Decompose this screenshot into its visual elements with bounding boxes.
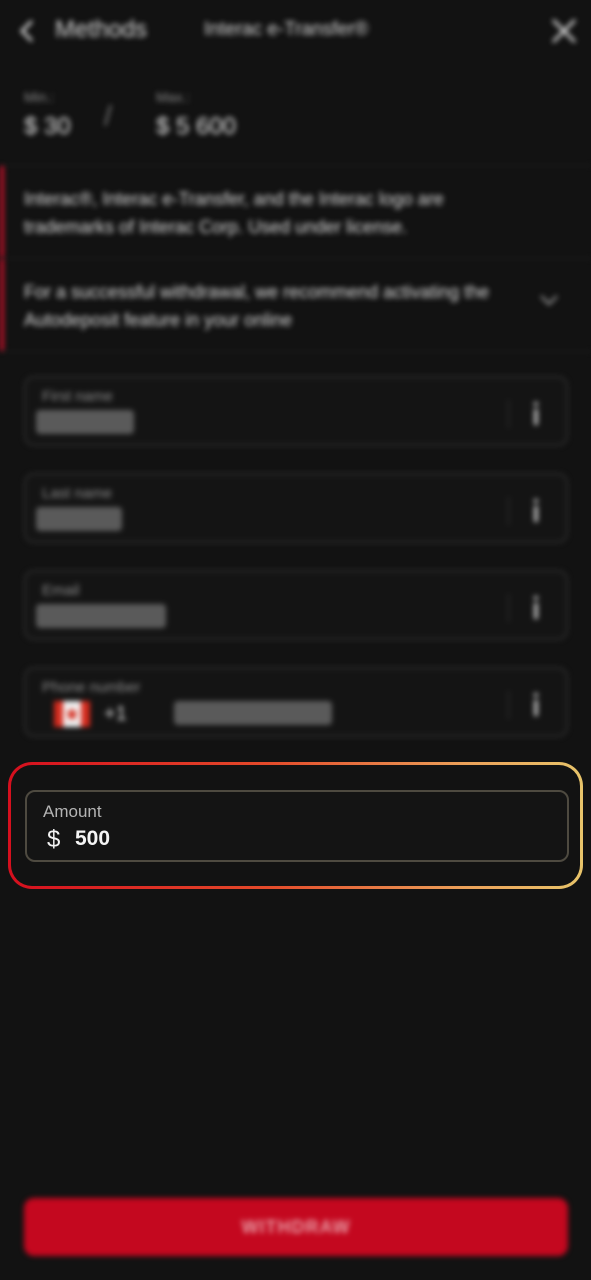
trademark-text: Interac®, Interac e-Transfer, and the In…	[24, 189, 444, 237]
chevron-down-icon[interactable]	[538, 293, 560, 307]
info-icon[interactable]	[526, 592, 546, 624]
header: Methods Interac e-Transfer®	[0, 0, 591, 64]
notice-accent-bar	[0, 166, 4, 258]
trademark-notice: Interac®, Interac e-Transfer, and the In…	[0, 166, 591, 258]
last-name-field[interactable]: Last name	[24, 473, 568, 543]
phone-value-redacted	[174, 701, 332, 725]
notice-accent-bar	[0, 259, 4, 351]
phone-country-code: +1	[104, 703, 127, 725]
amount-input[interactable]: 500	[75, 827, 110, 851]
first-name-label: First name	[42, 388, 113, 405]
first-name-value-redacted	[36, 410, 134, 434]
amount-highlight: Amount $ 500	[8, 762, 583, 889]
limits-separator: /	[104, 100, 112, 131]
min-label: Min.:	[24, 89, 55, 105]
max-value: $ 5 600	[156, 113, 237, 140]
first-name-field[interactable]: First name	[24, 376, 568, 446]
back-to-methods-link[interactable]: Methods	[55, 16, 147, 44]
field-separator	[508, 400, 509, 428]
phone-number-field[interactable]: Phone number +1	[24, 667, 568, 737]
info-icon[interactable]	[526, 398, 546, 430]
withdraw-button[interactable]: WITHDRAW	[24, 1198, 568, 1256]
max-label: Max.:	[156, 89, 191, 105]
field-separator	[508, 691, 509, 719]
autodeposit-text: For a successful withdrawal, we recommen…	[24, 282, 490, 330]
page-title: Interac e-Transfer®	[204, 19, 369, 40]
amount-label: Amount	[43, 802, 102, 821]
email-label: Email	[42, 582, 80, 599]
min-value: $ 30	[24, 113, 71, 140]
field-separator	[508, 497, 509, 525]
email-value-redacted	[36, 604, 166, 628]
last-name-value-redacted	[36, 507, 122, 531]
back-chevron-icon[interactable]	[14, 16, 40, 46]
amount-field[interactable]: Amount $ 500	[25, 790, 569, 862]
field-separator	[508, 594, 509, 622]
amount-highlight-inner: Amount $ 500	[11, 765, 580, 886]
currency-symbol: $	[47, 826, 61, 853]
info-icon[interactable]	[526, 495, 546, 527]
close-icon[interactable]	[548, 15, 580, 47]
email-field[interactable]: Email	[24, 570, 568, 640]
canada-flag-icon[interactable]	[54, 701, 90, 727]
phone-number-label: Phone number	[42, 679, 141, 696]
info-icon[interactable]	[526, 689, 546, 721]
autodeposit-notice[interactable]: For a successful withdrawal, we recommen…	[0, 259, 591, 351]
divider	[0, 351, 591, 352]
last-name-label: Last name	[42, 485, 113, 502]
limits-panel: Min.: $ 30 / Max.: $ 5 600	[0, 80, 591, 160]
